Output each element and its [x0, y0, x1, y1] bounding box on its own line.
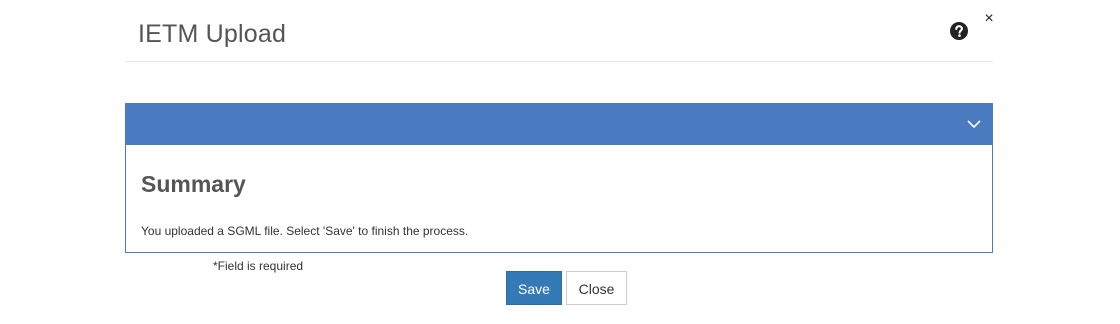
close-icon[interactable]: × — [982, 10, 996, 28]
close-button[interactable]: Close — [566, 271, 627, 305]
panel-header[interactable] — [126, 104, 992, 145]
summary-panel: Summary You uploaded a SGML file. Select… — [125, 103, 993, 253]
summary-message: You uploaded a SGML file. Select 'Save' … — [141, 224, 469, 238]
chevron-down-icon[interactable] — [966, 116, 982, 132]
summary-heading: Summary — [141, 171, 246, 197]
question-circle-icon[interactable] — [950, 22, 968, 40]
required-field-note: *Field is required — [213, 259, 304, 273]
upload-dialog: IETM Upload × Summary You uploaded a SGM… — [0, 0, 1120, 324]
header-divider — [125, 61, 993, 62]
save-button[interactable]: Save — [506, 271, 562, 305]
dialog-title: IETM Upload — [138, 20, 287, 48]
